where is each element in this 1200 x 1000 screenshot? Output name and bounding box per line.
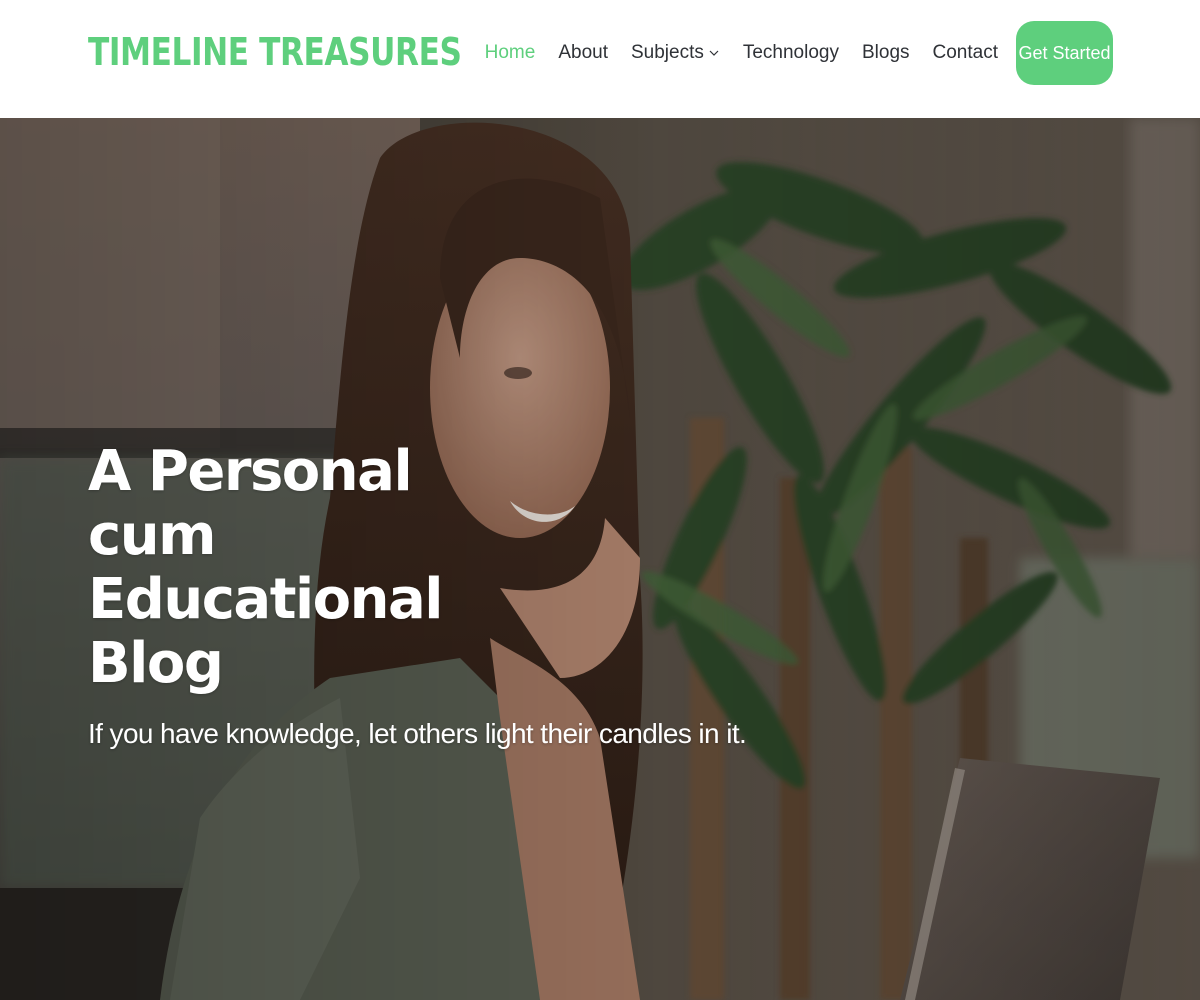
nav-item-about[interactable]: About [558, 42, 608, 64]
get-started-button[interactable]: Get Started [1016, 21, 1113, 85]
hero-subtitle: If you have knowledge, let others light … [88, 718, 747, 749]
nav-item-subjects[interactable]: Subjects [631, 42, 720, 64]
nav-item-label: Technology [742, 42, 839, 63]
nav-item-label: Subjects [630, 42, 704, 63]
nav-item-contact[interactable]: Contact [933, 42, 998, 64]
nav-item-label: About [558, 42, 608, 63]
hero-text-block: A Personal cum Educational Blog If you h… [88, 439, 747, 750]
hero-title: A Personal cum Educational Blog [88, 439, 443, 696]
hero-section: A Personal cum Educational Blog If you h… [0, 118, 1200, 1000]
nav-item-technology[interactable]: Technology [743, 42, 839, 64]
nav-item-label: Blogs [861, 42, 910, 63]
chevron-down-icon [709, 50, 719, 56]
site-header: TIMELINE TREASURES Home About Subjects T… [0, 0, 1200, 118]
nav-item-blogs[interactable]: Blogs [862, 42, 910, 64]
nav-item-home[interactable]: Home [485, 42, 536, 64]
main-nav: Home About Subjects Technology Blogs Con… [485, 21, 1113, 85]
nav-item-label: Contact [932, 42, 998, 63]
site-logo[interactable]: TIMELINE TREASURES [88, 30, 462, 74]
nav-item-label: Home [484, 42, 536, 63]
